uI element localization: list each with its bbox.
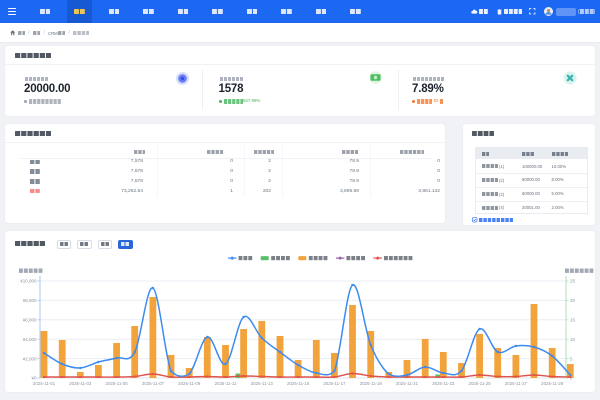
svg-text:2025-11-23: 2025-11-23 [432, 381, 455, 386]
svg-text:2025-11-05: 2025-11-05 [106, 381, 129, 386]
svg-text:2025-11-11: 2025-11-11 [215, 381, 237, 386]
svg-text:¥4,000: ¥4,000 [23, 337, 37, 342]
svg-text:¥8,000: ¥8,000 [23, 298, 37, 303]
svg-text:2025-11-29: 2025-11-29 [541, 381, 564, 386]
svg-text:2025-11-17: 2025-11-17 [323, 381, 346, 386]
svg-text:2025-11-27: 2025-11-27 [505, 381, 528, 386]
svg-text:¥0: ¥0 [31, 376, 37, 381]
svg-text:20: 20 [570, 298, 576, 303]
svg-text:2025-11-25: 2025-11-25 [469, 381, 492, 386]
svg-text:15: 15 [570, 318, 576, 323]
svg-text:¥10,000: ¥10,000 [20, 279, 37, 284]
svg-text:25: 25 [570, 279, 576, 284]
svg-text:2025-11-09: 2025-11-09 [178, 381, 201, 386]
svg-text:¥2,000: ¥2,000 [23, 356, 37, 361]
svg-text:2025-11-15: 2025-11-15 [287, 381, 310, 386]
svg-text:2025-11-13: 2025-11-13 [251, 381, 274, 386]
svg-text:10: 10 [570, 337, 576, 342]
svg-text:2025-11-03: 2025-11-03 [69, 381, 92, 386]
svg-text:¥6,000: ¥6,000 [23, 318, 37, 323]
svg-text:2025-11-01: 2025-11-01 [33, 381, 56, 386]
svg-text:2025-11-21: 2025-11-21 [396, 381, 419, 386]
svg-text:2025-11-19: 2025-11-19 [360, 381, 383, 386]
svg-text:2025-11-07: 2025-11-07 [142, 381, 165, 386]
svg-text:5: 5 [570, 356, 573, 361]
